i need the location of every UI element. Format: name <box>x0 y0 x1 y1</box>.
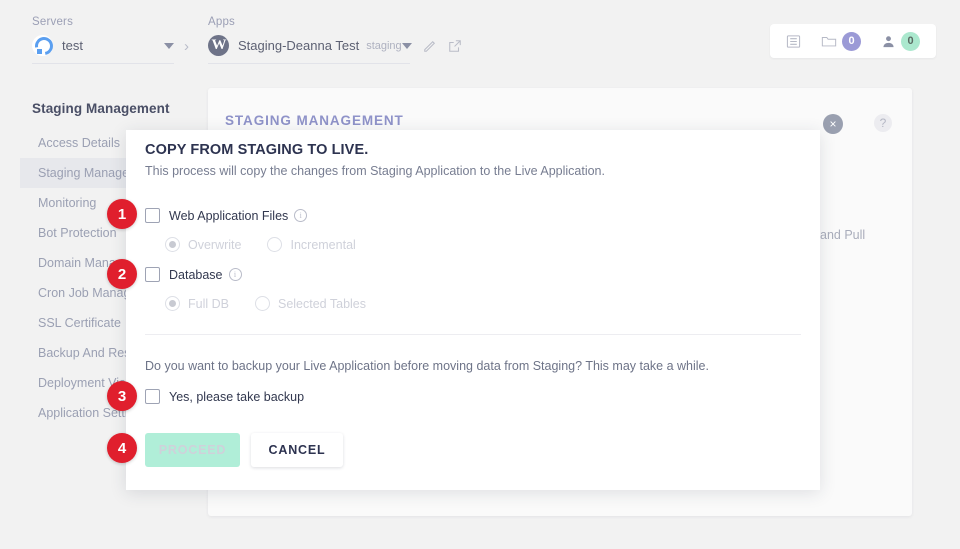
take-backup-label: Yes, please take backup <box>169 389 305 404</box>
full-db-radio-option[interactable]: Full DB <box>165 296 229 311</box>
info-icon[interactable]: i <box>294 209 308 222</box>
card-title: STAGING MANAGEMENT <box>225 113 404 128</box>
take-backup-option[interactable]: Yes, please take backup <box>145 389 304 404</box>
database-radios: Full DB Selected Tables <box>165 296 366 311</box>
wordpress-icon: W <box>208 35 229 56</box>
web-application-files-option[interactable]: Web Application Files i <box>145 208 308 223</box>
full-db-label: Full DB <box>188 296 229 311</box>
selected-tables-label: Selected Tables <box>277 296 367 311</box>
apps-label: Apps <box>208 16 236 28</box>
step-badge-3: 3 <box>107 381 137 411</box>
list-icon <box>786 34 801 48</box>
user-icon <box>883 35 894 47</box>
server-list-icon-item[interactable] <box>786 34 801 49</box>
server-selector[interactable]: test <box>32 35 174 64</box>
web-application-files-label: Web Application Files <box>169 208 289 223</box>
servers-label: Servers <box>32 16 74 28</box>
top-actions-bar: 0 0 <box>770 24 936 58</box>
overwrite-label: Overwrite <box>188 237 242 252</box>
top-bar: Servers test › Apps W Staging-Deanna Tes… <box>0 0 960 82</box>
copy-staging-to-live-modal: COPY FROM STAGING TO LIVE. This process … <box>126 130 820 490</box>
chevron-down-icon[interactable] <box>401 42 412 49</box>
help-icon[interactable]: ? <box>874 114 892 132</box>
server-breadcrumb: Servers test <box>32 16 174 64</box>
external-link-icon[interactable] <box>448 39 462 53</box>
app-name: Staging-Deanna Test <box>238 38 360 53</box>
modal-title: COPY FROM STAGING TO LIVE. <box>145 142 369 158</box>
web-application-files-radios: Overwrite Incremental <box>165 237 356 252</box>
proceed-button[interactable]: PROCEED <box>145 433 240 467</box>
pencil-icon[interactable] <box>423 39 437 53</box>
modal-subtitle: This process will copy the changes from … <box>145 164 605 178</box>
modal-divider <box>145 334 801 335</box>
app-selector[interactable]: W Staging-Deanna Test staging <box>208 35 461 64</box>
close-icon[interactable]: × <box>823 114 843 134</box>
digitalocean-icon <box>32 35 53 56</box>
web-application-files-checkbox[interactable] <box>145 208 160 223</box>
cancel-button[interactable]: CANCEL <box>251 433 343 467</box>
overwrite-radio-option[interactable]: Overwrite <box>165 237 241 252</box>
take-backup-checkbox[interactable] <box>145 389 160 404</box>
folder-icon <box>821 36 837 46</box>
step-badge-4: 4 <box>107 433 137 463</box>
database-option[interactable]: Database i <box>145 267 242 282</box>
selected-tables-radio[interactable] <box>254 296 270 311</box>
chevron-down-icon[interactable] <box>164 42 174 49</box>
step-badge-1: 1 <box>107 199 137 229</box>
step-badge-2: 2 <box>107 259 137 289</box>
selected-tables-radio-option[interactable]: Selected Tables <box>254 296 367 311</box>
full-db-radio[interactable] <box>165 296 180 311</box>
folder-count-item[interactable]: 0 <box>821 31 861 51</box>
incremental-label: Incremental <box>290 237 356 252</box>
database-label: Database <box>169 267 223 282</box>
app-environment-tag: staging <box>366 39 402 52</box>
server-name: test <box>62 38 83 53</box>
sidebar-title: Staging Management <box>32 101 170 116</box>
incremental-radio-option[interactable]: Incremental <box>267 237 356 252</box>
user-count-badge: 0 <box>901 31 920 51</box>
overwrite-radio[interactable] <box>165 237 180 252</box>
database-checkbox[interactable] <box>145 267 160 282</box>
info-icon[interactable]: i <box>228 268 242 281</box>
modal-button-row: PROCEED CANCEL <box>145 433 343 467</box>
folder-count-badge: 0 <box>842 31 861 51</box>
card-background-text: and Pull <box>820 228 866 242</box>
incremental-radio[interactable] <box>267 237 283 252</box>
breadcrumb-separator: › <box>184 38 189 55</box>
user-count-item[interactable]: 0 <box>881 31 920 51</box>
app-breadcrumb: Apps W Staging-Deanna Test staging <box>208 16 461 64</box>
backup-question: Do you want to backup your Live Applicat… <box>145 359 709 373</box>
